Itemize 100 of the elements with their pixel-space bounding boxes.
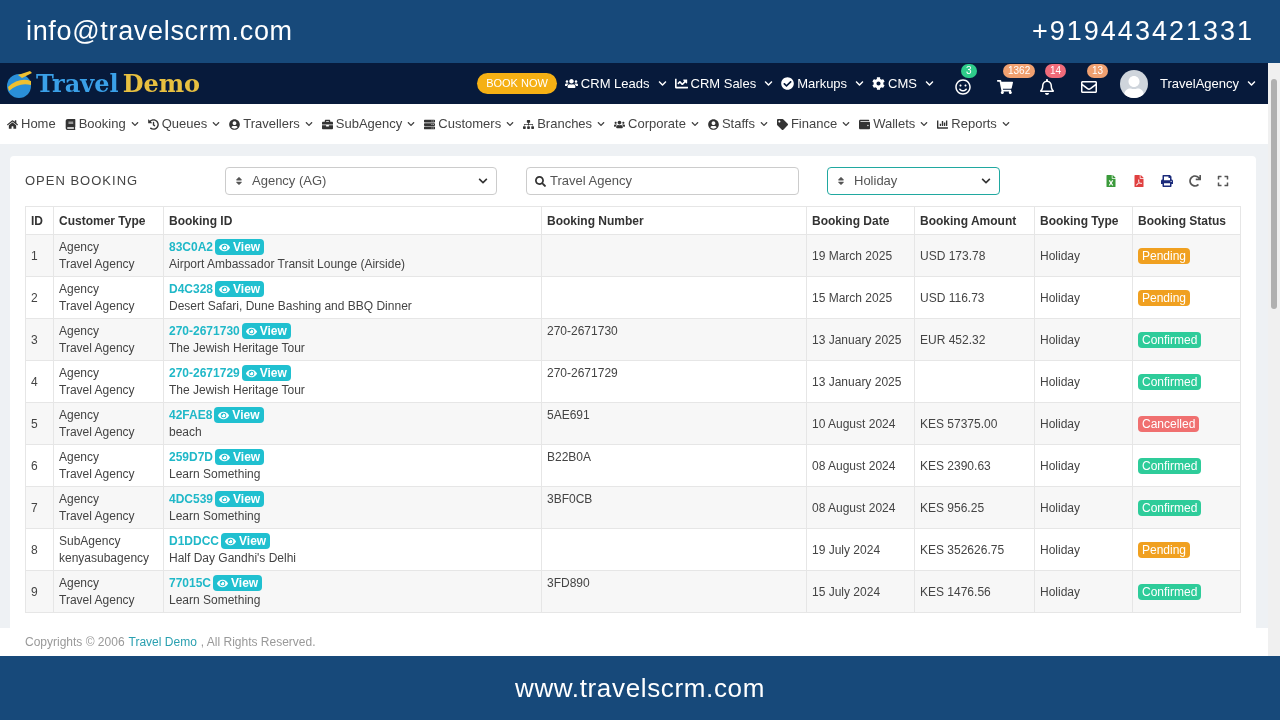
nav-item[interactable]: Branches xyxy=(523,114,606,134)
table-cell: Holiday xyxy=(1040,248,1081,263)
table-cell: 13 January 2025 xyxy=(812,374,902,389)
eye-icon xyxy=(219,451,231,463)
table-cell-text: Agency xyxy=(59,238,101,256)
table-cell: 19 March 2025 xyxy=(812,248,893,263)
logo-icon xyxy=(4,68,34,99)
person-icon xyxy=(1123,75,1145,98)
user-icon xyxy=(707,118,719,130)
search-field[interactable]: Travel Agency xyxy=(526,167,799,195)
table-cell-text: kenyasubagency xyxy=(59,549,151,567)
fullscreen-icon[interactable] xyxy=(1217,175,1229,187)
caret-icon xyxy=(690,120,699,128)
nav-item[interactable]: Wallets xyxy=(859,114,929,134)
line-chart-icon xyxy=(674,77,688,90)
table-cell: Holiday xyxy=(1040,374,1081,389)
caret-icon xyxy=(925,79,934,88)
caret-icon xyxy=(764,79,774,88)
nav-item[interactable]: Queues xyxy=(147,114,221,134)
column-header: Booking Status xyxy=(1138,213,1226,228)
mail-icon[interactable] xyxy=(1081,78,1097,95)
nav-item[interactable]: Reports xyxy=(937,114,1010,134)
table-cell-text: Travel Agency xyxy=(59,381,136,399)
status-badge: Pending xyxy=(1138,541,1191,558)
nav-item[interactable]: Corporate xyxy=(614,114,699,134)
caret-icon xyxy=(657,79,667,88)
print-icon[interactable] xyxy=(1161,175,1173,187)
eye-icon xyxy=(245,325,257,337)
status-badge: Confirmed xyxy=(1138,499,1202,516)
cart-icon[interactable] xyxy=(997,78,1013,95)
header-menu[interactable]: CRM Sales xyxy=(674,73,774,94)
table-cell: 15 March 2025 xyxy=(812,290,893,305)
users-icon xyxy=(614,118,626,130)
table-cell-text: Travel Agency xyxy=(59,591,136,609)
nav-item[interactable]: SubAgency xyxy=(321,114,416,134)
refresh-icon[interactable] xyxy=(1189,175,1201,187)
table-cell-text: Learn Something xyxy=(169,507,262,525)
table-cell: 270-2671729 xyxy=(547,366,618,380)
table-cell: 3FD890 xyxy=(547,576,590,590)
nav-item[interactable]: Booking xyxy=(64,114,139,134)
eye-icon xyxy=(245,367,257,379)
agency-select[interactable]: Agency (AG) xyxy=(225,167,497,195)
table-cell: 9 xyxy=(31,584,38,599)
caret-icon xyxy=(920,120,929,128)
scrollbar-thumb[interactable] xyxy=(1271,79,1277,309)
eye-icon xyxy=(218,409,230,421)
header-menu[interactable]: Markups xyxy=(781,73,865,94)
table-cell-text: Airport Ambassador Transit Lounge (Airside) xyxy=(169,255,407,273)
status-badge: Confirmed xyxy=(1138,583,1202,600)
tag-icon xyxy=(776,118,788,130)
table-cell: 270-2671730 xyxy=(547,324,618,338)
caret-icon xyxy=(212,120,221,128)
nav-item[interactable]: Staffs xyxy=(707,114,768,134)
count-badge: 14 xyxy=(1045,63,1067,78)
pdf-icon[interactable] xyxy=(1133,175,1145,187)
table-cell: 10 August 2024 xyxy=(812,416,896,431)
caret-icon xyxy=(407,120,416,128)
smiley-icon[interactable] xyxy=(955,78,971,95)
bar-chart-icon xyxy=(937,118,949,130)
server-icon xyxy=(424,118,436,130)
logo-text: Demo xyxy=(122,67,201,100)
column-header: Booking ID xyxy=(169,213,233,228)
avatar[interactable] xyxy=(1120,69,1148,98)
table-cell-text: Half Day Gandhi's Delhi xyxy=(169,549,297,567)
table-cell-text: Travel Agency xyxy=(59,423,136,441)
status-badge: Cancelled xyxy=(1138,415,1200,432)
table-cell: KES 2390.63 xyxy=(920,458,991,473)
table-cell: 4 xyxy=(31,374,38,389)
column-header: Booking Date xyxy=(812,213,890,228)
caret-icon xyxy=(597,120,606,128)
count-badge: 3 xyxy=(961,63,977,78)
table-cell: Holiday xyxy=(1040,458,1081,473)
table-cell: KES 956.25 xyxy=(920,500,985,515)
table-cell: Holiday xyxy=(1040,416,1081,431)
caret-icon xyxy=(478,176,488,186)
wallet-icon xyxy=(859,118,871,130)
caret-icon xyxy=(842,120,851,128)
nav-item[interactable]: Customers xyxy=(424,114,515,134)
bell-icon[interactable] xyxy=(1039,78,1055,95)
table-cell-text: Agency xyxy=(59,406,101,424)
status-badge: Pending xyxy=(1138,289,1191,306)
table-cell-text: Travel Agency xyxy=(59,255,136,273)
column-header: Booking Number xyxy=(547,213,644,228)
table-cell-text: Agency xyxy=(59,322,101,340)
nav-item[interactable]: Home xyxy=(7,114,56,134)
excel-icon[interactable] xyxy=(1105,175,1117,187)
nav-item[interactable]: Travellers xyxy=(229,114,313,134)
header-menu[interactable]: CMS xyxy=(872,73,934,94)
type-select[interactable]: Holiday xyxy=(827,167,1000,195)
user-menu[interactable]: TravelAgency xyxy=(1160,73,1256,94)
gear-icon xyxy=(872,77,886,90)
caret-icon xyxy=(1247,79,1256,88)
caret-icon xyxy=(759,120,768,128)
table-cell-text: Desert Safari, Dune Bashing and BBQ Dinner xyxy=(169,297,413,315)
header-menu[interactable]: CRM Leads xyxy=(564,73,667,94)
nav-item[interactable]: Finance xyxy=(776,114,851,134)
scrollbar[interactable] xyxy=(1268,63,1280,656)
table-cell-text: Agency xyxy=(59,448,101,466)
status-badge: Confirmed xyxy=(1138,331,1202,348)
eye-icon xyxy=(219,493,231,505)
